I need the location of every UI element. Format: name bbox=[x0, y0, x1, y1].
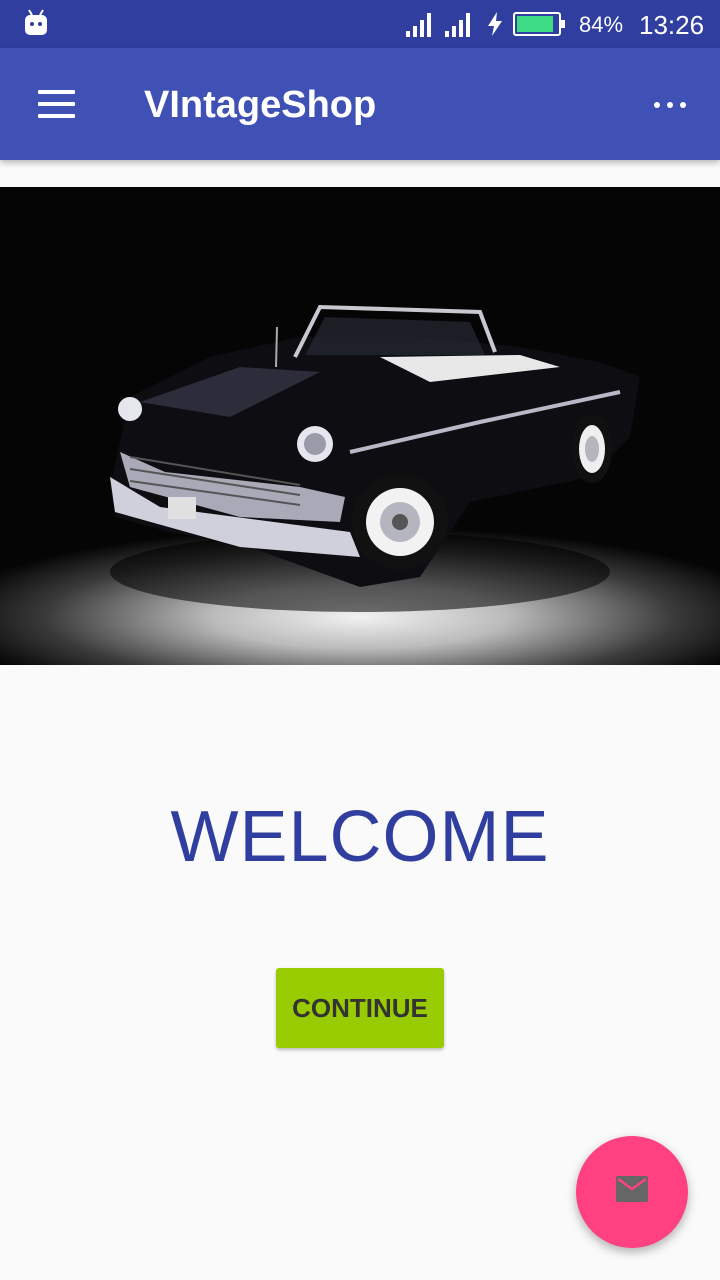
android-notification-icon bbox=[25, 9, 47, 35]
welcome-heading: WELCOME bbox=[170, 797, 550, 877]
mail-fab-button[interactable] bbox=[576, 1136, 688, 1248]
status-bar: 84% 13:26 bbox=[0, 0, 720, 48]
more-vert-icon[interactable] bbox=[646, 78, 694, 130]
clock: 13:26 bbox=[639, 10, 705, 40]
menu-icon[interactable] bbox=[24, 78, 88, 130]
battery-icon bbox=[513, 12, 565, 36]
signal-icon bbox=[445, 13, 470, 37]
battery-percent: 84% bbox=[579, 12, 624, 37]
continue-button[interactable]: CONTINUE bbox=[276, 968, 444, 1048]
app-bar: VIntageShop bbox=[0, 48, 720, 160]
signal-icon bbox=[406, 13, 431, 37]
mail-icon bbox=[616, 1176, 648, 1202]
screen: 84% 13:26 VIntageShop WELCOME CONTINUE bbox=[0, 0, 720, 1280]
hero-car-image bbox=[0, 187, 720, 665]
charging-icon bbox=[488, 12, 502, 36]
app-title: VIntageShop bbox=[144, 84, 377, 126]
